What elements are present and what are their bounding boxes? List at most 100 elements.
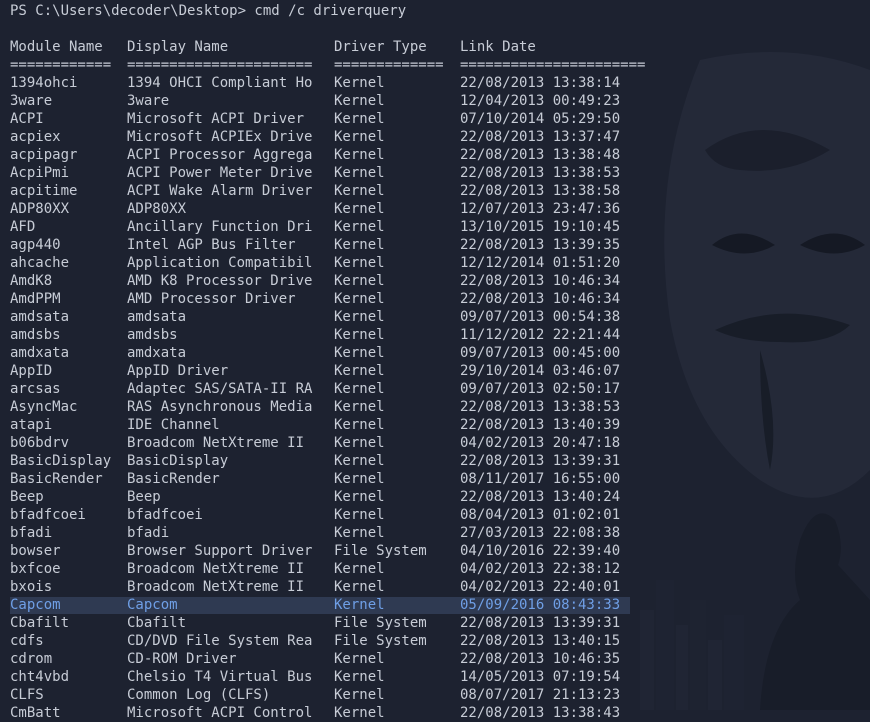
cell-display-name: bfadfcoei (127, 507, 203, 523)
cell-driver-type: Kernel (334, 417, 385, 433)
cell-display-name: Capcom (127, 597, 178, 613)
cell-link-date: 22/08/2013 13:40:15 (460, 633, 621, 649)
cell-display-name: BasicRender (127, 471, 220, 487)
cell-link-date: 13/10/2015 19:10:45 (460, 219, 621, 235)
cell-driver-type: Kernel (334, 453, 385, 469)
separator: ====================== (127, 57, 313, 73)
cell-display-name: Browser Support Driver (127, 543, 313, 559)
cell-driver-type: Kernel (334, 651, 385, 667)
cell-driver-type: Kernel (334, 309, 385, 325)
header-module-name: Module Name (10, 39, 103, 55)
cell-link-date: 22/08/2013 13:38:58 (460, 183, 621, 199)
cell-module-name: acpiex (10, 129, 61, 145)
cell-driver-type: File System (334, 615, 427, 631)
cell-driver-type: Kernel (334, 183, 385, 199)
cell-display-name: amdxata (127, 345, 187, 361)
cell-module-name: AcpiPmi (10, 165, 70, 181)
cell-driver-type: Kernel (334, 597, 385, 613)
cell-module-name: BasicRender (10, 471, 103, 487)
cell-driver-type: Kernel (334, 345, 385, 361)
cell-display-name: IDE Channel (127, 417, 220, 433)
cell-display-name: CD-ROM Driver (127, 651, 237, 667)
cell-link-date: 12/07/2013 23:47:36 (460, 201, 621, 217)
cell-module-name: Cbafilt (10, 615, 70, 631)
cell-driver-type: Kernel (334, 147, 385, 163)
cell-driver-type: Kernel (334, 129, 385, 145)
cell-display-name: ACPI Wake Alarm Driver (127, 183, 313, 199)
cell-link-date: 04/10/2016 22:39:40 (460, 543, 621, 559)
cell-display-name: bfadi (127, 525, 170, 541)
cell-link-date: 27/03/2013 22:08:38 (460, 525, 621, 541)
cell-display-name: amdsbs (127, 327, 178, 343)
cell-driver-type: Kernel (334, 291, 385, 307)
cell-link-date: 07/10/2014 05:29:50 (460, 111, 621, 127)
cell-module-name: agp440 (10, 237, 61, 253)
cell-driver-type: Kernel (334, 381, 385, 397)
cell-display-name: Microsoft ACPIEx Drive (127, 129, 313, 145)
cell-link-date: 29/10/2014 03:46:07 (460, 363, 621, 379)
cell-link-date: 12/04/2013 00:49:23 (460, 93, 621, 109)
cell-display-name: Application Compatibil (127, 255, 313, 271)
cell-module-name: acpipagr (10, 147, 78, 163)
cell-link-date: 09/07/2013 00:54:38 (460, 309, 621, 325)
cell-link-date: 08/04/2013 01:02:01 (460, 507, 621, 523)
cell-display-name: Microsoft ACPI Driver (127, 111, 305, 127)
cell-driver-type: Kernel (334, 237, 385, 253)
separator-row: ============ ====================== ====… (10, 56, 645, 74)
cell-module-name: acpitime (10, 183, 78, 199)
cell-module-name: CmBatt (10, 705, 61, 721)
cell-link-date: 05/09/2016 08:43:33 (460, 597, 621, 613)
cell-module-name: bfadi (10, 525, 53, 541)
cell-display-name: Adaptec SAS/SATA-II RA (127, 381, 313, 397)
cell-driver-type: Kernel (334, 327, 385, 343)
cell-display-name: RAS Asynchronous Media (127, 399, 313, 415)
powershell-terminal[interactable]: PS C:\Users\decoder\Desktop> cmd /c driv… (0, 0, 870, 721)
cell-display-name: AMD K8 Processor Drive (127, 273, 313, 289)
cell-module-name: AmdPPM (10, 291, 61, 307)
cell-link-date: 08/11/2017 16:55:00 (460, 471, 621, 487)
cell-link-date: 22/08/2013 13:38:14 (460, 75, 621, 91)
cell-module-name: 3ware (10, 93, 53, 109)
separator: ============= (334, 57, 444, 73)
cell-module-name: amdxata (10, 345, 70, 361)
cell-module-name: arcsas (10, 381, 61, 397)
cell-link-date: 04/02/2013 22:38:12 (460, 561, 621, 577)
cell-display-name: amdsata (127, 309, 187, 325)
cell-display-name: 1394 OHCI Compliant Ho (127, 75, 313, 91)
cell-display-name: ADP80XX (127, 201, 187, 217)
cell-module-name: b06bdrv (10, 435, 70, 451)
cell-module-name: Capcom (10, 597, 61, 613)
cell-module-name: amdsata (10, 309, 70, 325)
cell-module-name: bowser (10, 543, 61, 559)
cell-link-date: 22/08/2013 13:39:31 (460, 615, 621, 631)
cell-module-name: AppID (10, 363, 53, 379)
cell-link-date: 22/08/2013 13:39:35 (460, 237, 621, 253)
cell-driver-type: Kernel (334, 111, 385, 127)
cell-driver-type: Kernel (334, 273, 385, 289)
cell-driver-type: Kernel (334, 669, 385, 685)
cell-link-date: 09/07/2013 02:50:17 (460, 381, 621, 397)
command-prompt: PS C:\Users\decoder\Desktop> cmd /c driv… (10, 3, 407, 19)
cell-display-name: Microsoft ACPI Control (127, 705, 313, 721)
cell-display-name: Intel AGP Bus Filter (127, 237, 296, 253)
cell-driver-type: Kernel (334, 201, 385, 217)
cell-module-name: AFD (10, 219, 36, 235)
cell-module-name: ahcache (10, 255, 70, 271)
cell-module-name: BasicDisplay (10, 453, 112, 469)
cell-driver-type: Kernel (334, 75, 385, 91)
cell-module-name: ADP80XX (10, 201, 70, 217)
separator: ====================== (460, 57, 646, 73)
cell-driver-type: Kernel (334, 525, 385, 541)
cell-link-date: 08/07/2017 21:13:23 (460, 687, 621, 703)
cell-driver-type: Kernel (334, 363, 385, 379)
cell-display-name: Common Log (CLFS) (127, 687, 271, 703)
cell-driver-type: Kernel (334, 165, 385, 181)
cell-link-date: 22/08/2013 13:38:43 (460, 705, 621, 721)
cell-driver-type: Kernel (334, 255, 385, 271)
cell-driver-type: Kernel (334, 219, 385, 235)
cell-display-name: Chelsio T4 Virtual Bus (127, 669, 313, 685)
cell-driver-type: Kernel (334, 399, 385, 415)
cell-driver-type: Kernel (334, 489, 385, 505)
cell-display-name: Cbafilt (127, 615, 187, 631)
cell-driver-type: File System (334, 633, 427, 649)
